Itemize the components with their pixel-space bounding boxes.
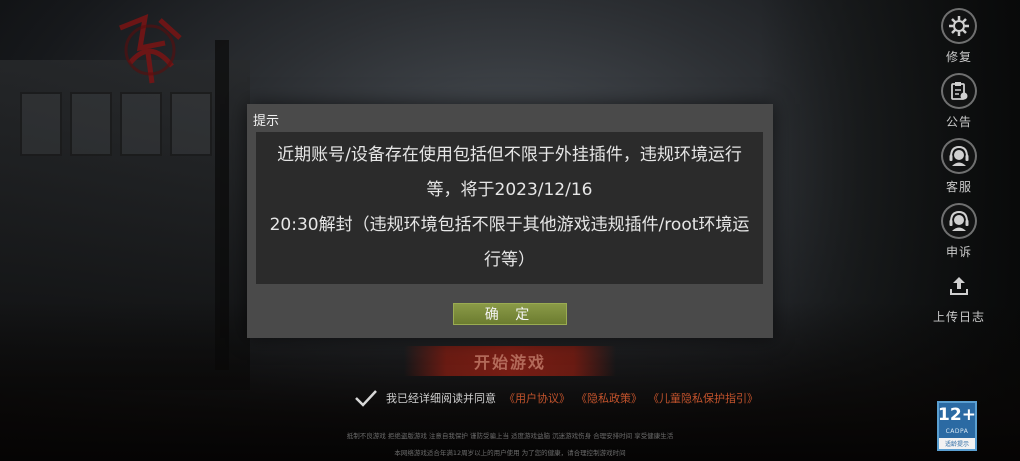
age-rating-caption: 适龄提示 [939, 438, 975, 449]
age-rating-org: CADPA [945, 428, 969, 435]
confirm-button[interactable]: 确 定 [453, 303, 567, 325]
side-menu: 修复 公告 客服 申诉 上传日志 [916, 8, 1002, 333]
user-agreement-link[interactable]: 《用户协议》 [504, 390, 570, 406]
privacy-policy-link[interactable]: 《隐私政策》 [576, 390, 642, 406]
health-notice-line-1: 抵制不良游戏 拒绝盗版游戏 注意自我保护 谨防受骗上当 适度游戏益脑 沉迷游戏伤… [346, 432, 674, 440]
child-privacy-link[interactable]: 《儿童隐私保护指引》 [648, 390, 758, 406]
background-post [215, 40, 229, 370]
age-rating-number: 12+ [938, 405, 976, 425]
notice-dialog: 提示 近期账号/设备存在使用包括但不限于外挂插件，违规环境运行等，将于2023/… [247, 104, 773, 338]
repair-gear-icon [941, 8, 977, 44]
side-item-customer-service[interactable]: 客服 [916, 138, 1002, 203]
side-item-repair[interactable]: 修复 [916, 8, 1002, 73]
side-item-upload-log[interactable]: 上传日志 [916, 268, 1002, 333]
background-bus-window [170, 92, 212, 156]
side-item-appeal[interactable]: 申诉 [916, 203, 1002, 268]
side-item-label: 修复 [945, 50, 972, 64]
appeal-headset-icon [941, 203, 977, 239]
dialog-body: 近期账号/设备存在使用包括但不限于外挂插件，违规环境运行等，将于2023/12/… [256, 132, 763, 284]
game-logo [119, 14, 182, 84]
background-bus-window [20, 92, 62, 156]
background-bus-window [120, 92, 162, 156]
agreement-text: 我已经详细阅读并同意 [386, 392, 496, 405]
start-game-button[interactable]: 开始游戏 [404, 346, 616, 376]
background-bus-window [70, 92, 112, 156]
health-notice-line-2: 本网络游戏适合年满12周岁以上的用户使用 为了您的健康，请合理控制游戏时间 [394, 449, 626, 457]
dialog-title: 提示 [253, 114, 280, 129]
side-item-label: 客服 [945, 180, 972, 194]
upload-icon [941, 268, 977, 304]
customer-service-headset-icon [941, 138, 977, 174]
background-bus [0, 60, 250, 390]
agreement-row: 我已经详细阅读并同意 《用户协议》 《隐私政策》 《儿童隐私保护指引》 [354, 388, 764, 408]
side-item-label: 上传日志 [932, 310, 985, 324]
side-item-announcement[interactable]: 公告 [916, 73, 1002, 138]
dialog-message: 近期账号/设备存在使用包括但不限于外挂插件，违规环境运行等，将于2023/12/… [269, 145, 750, 270]
side-item-label: 申诉 [945, 245, 972, 259]
announcement-clipboard-icon [941, 73, 977, 109]
age-rating-badge: 12+ CADPA 适龄提示 [937, 401, 977, 451]
agreement-checkbox-check-icon[interactable] [354, 388, 378, 408]
side-item-label: 公告 [945, 115, 972, 129]
